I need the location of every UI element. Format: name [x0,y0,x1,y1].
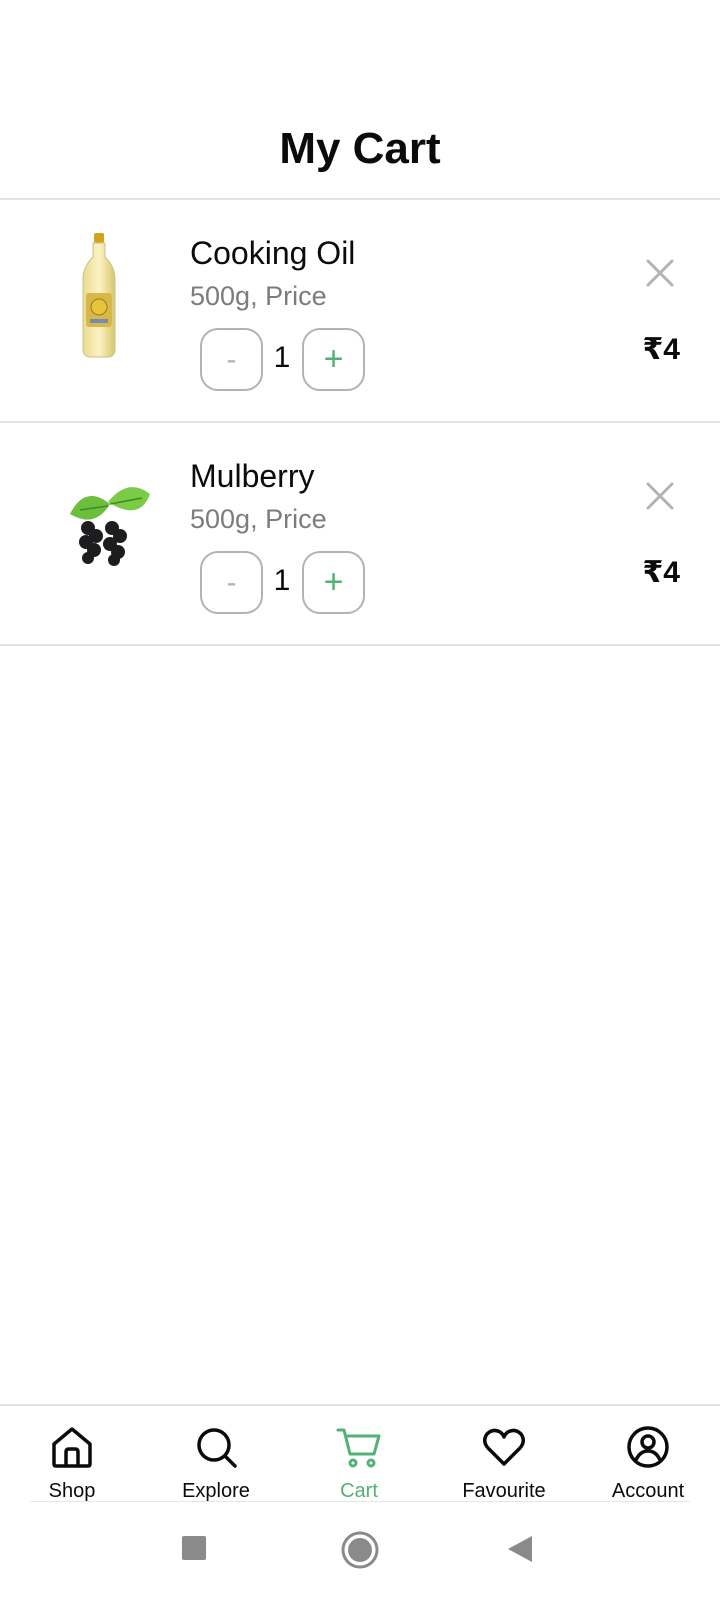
decrease-quantity-button[interactable]: - [200,328,263,391]
increase-quantity-button[interactable]: + [302,551,365,614]
item-price: ₹4 [642,556,680,589]
cart-item-cooking-oil[interactable]: Cooking Oil 500g, Price - 1 + ₹4 [0,201,720,423]
cart-item-mulberry[interactable]: Mulberry 500g, Price - 1 + ₹4 [0,424,720,646]
header: My Cart [0,0,720,200]
increase-quantity-button[interactable]: + [302,328,365,391]
remove-item-button[interactable] [640,476,680,516]
nav-favourite[interactable]: Favourite [444,1424,564,1503]
nav-label: Shop [48,1480,96,1502]
mulberry-image [70,487,150,566]
close-icon [646,482,674,510]
nav-account[interactable]: Account [588,1424,708,1503]
system-navigation-bar [0,1502,720,1600]
back-icon[interactable] [506,1534,534,1564]
nav-label: Account [611,1480,685,1502]
nav-label: Favourite [462,1480,546,1502]
recents-icon[interactable] [180,1534,208,1562]
cart-icon [336,1428,381,1468]
account-icon [627,1426,669,1468]
nav-label: Cart [340,1480,378,1502]
nav-cart[interactable]: Cart [299,1424,419,1503]
bottom-navigation: Shop Explore Cart Favourite Account [0,1404,720,1502]
decrease-quantity-button[interactable]: - [200,551,263,614]
home-icon [52,1427,92,1468]
item-name: Cooking Oil [190,235,356,271]
nav-shop[interactable]: Shop [12,1424,132,1503]
search-icon [197,1428,237,1468]
home-button-icon[interactable] [340,1530,380,1570]
close-icon [646,259,674,287]
item-price: ₹4 [642,333,680,366]
nav-explore[interactable]: Explore [156,1424,276,1503]
remove-item-button[interactable] [640,253,680,293]
item-description: 500g, Price [190,281,327,311]
quantity-value: 1 [273,341,291,374]
page-title: My Cart [279,124,441,173]
item-name: Mulberry [190,458,315,494]
nav-label: Explore [182,1480,250,1502]
heart-icon [483,1428,525,1466]
quantity-value: 1 [273,564,291,597]
cooking-oil-image [82,233,116,358]
item-description: 500g, Price [190,504,327,534]
